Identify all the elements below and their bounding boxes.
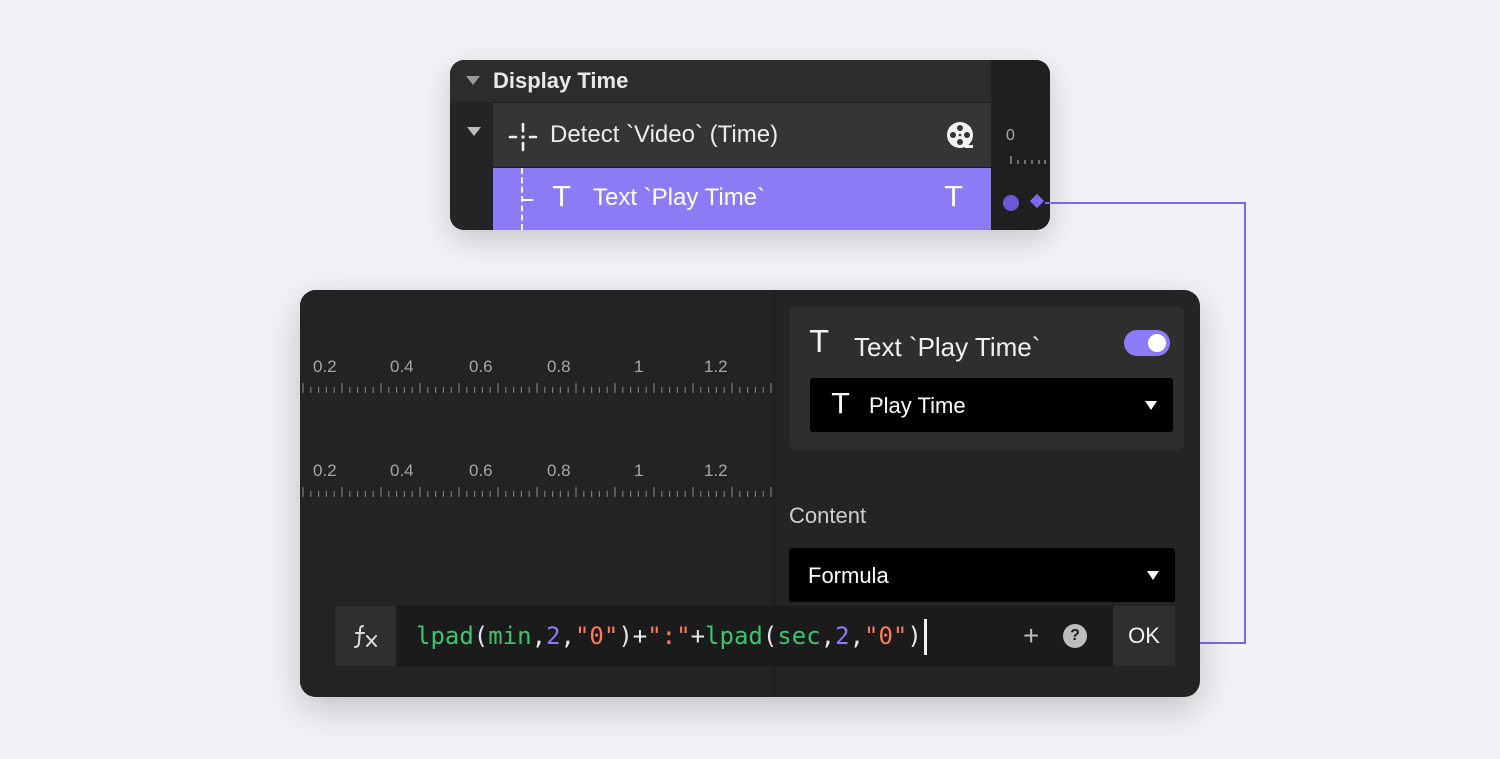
layer-panel: 0 Display Time Detect `Video` (Time) T T…: [450, 60, 1050, 230]
formula-editor-panel: 0.2 0.4 0.6 0.8 1 1.2 0.2 0.4 0.6 0.8 1 …: [300, 290, 1200, 697]
formula-token-operator: )+: [618, 622, 648, 650]
ruler-label: 0.6: [469, 461, 493, 480]
layer-row-label: Detect `Video` (Time): [550, 121, 779, 148]
layer-row-text-play-time[interactable]: T Text `Play Time` T: [493, 168, 991, 230]
ok-button[interactable]: OK: [1113, 606, 1175, 666]
text-t-icon: T: [810, 325, 829, 360]
tree-connector-branch: [523, 199, 533, 201]
formula-token-function: sec: [777, 622, 821, 650]
layer-select[interactable]: T Play Time: [810, 378, 1173, 432]
content-type-select[interactable]: Formula: [789, 548, 1175, 602]
formula-token-operator: ,: [849, 622, 865, 650]
formula-token-function: lpad: [416, 622, 474, 650]
help-icon[interactable]: ?: [1063, 624, 1087, 648]
function-button[interactable]: [335, 606, 396, 666]
ruler-label: 1: [634, 461, 644, 480]
formula-token-operator: ,: [560, 622, 575, 650]
properties-title: Text `Play Time`: [854, 332, 1041, 362]
caret-down-icon[interactable]: [466, 76, 480, 85]
caret-down-icon[interactable]: [467, 127, 481, 136]
text-cursor: [923, 619, 927, 655]
formula-token-string: "0": [574, 622, 619, 650]
formula-text: lpad(min,2,"0")+":"+lpad(sec,2,"0"): [416, 619, 922, 653]
layer-row-detect-video[interactable]: Detect `Video` (Time): [493, 103, 991, 168]
ruler-label: 0.6: [469, 357, 493, 376]
layer-indent-column: [450, 102, 493, 230]
formula-token-operator: (: [762, 622, 778, 650]
keyframe-dot[interactable]: [1003, 195, 1019, 211]
layer-select-value: Play Time: [869, 393, 966, 418]
ruler-label: 0.4: [390, 461, 414, 480]
formula-token-number: 2: [546, 622, 561, 650]
layer-group-title: Display Time: [493, 68, 629, 93]
enable-toggle[interactable]: [1124, 330, 1170, 356]
ruler-label: 0.8: [547, 461, 571, 480]
chevron-down-icon: [1147, 571, 1159, 580]
ruler-label: 0.2: [313, 357, 337, 376]
insert-button[interactable]: +: [1023, 619, 1039, 653]
text-properties-card: T Text `Play Time` T Play Time: [790, 306, 1184, 450]
formula-token-function: min: [488, 622, 532, 650]
ruler-label: 0.4: [390, 357, 414, 376]
content-label: Content: [789, 503, 867, 528]
layer-row-label: Text `Play Time`: [593, 184, 766, 211]
ruler-label: 1: [634, 357, 644, 376]
function-fx-icon: [354, 625, 377, 648]
ruler-label: 0.8: [547, 357, 571, 376]
text-t-icon: T: [945, 180, 963, 213]
ruler-label: 1.2: [704, 357, 728, 376]
formula-bar: lpad(min,2,"0")+":"+lpad(sec,2,"0") + ? …: [335, 606, 1175, 666]
content-select-value: Formula: [808, 563, 889, 588]
formula-token-operator: ,: [820, 622, 836, 650]
formula-token-operator: (: [473, 622, 489, 650]
formula-token-number: 2: [835, 622, 850, 650]
timeline-ruler-ticks: [1010, 156, 1046, 164]
ruler-ticks: [302, 487, 772, 497]
layer-group-header[interactable]: Display Time: [450, 60, 991, 103]
toggle-knob: [1148, 334, 1166, 352]
text-t-icon: T: [553, 180, 571, 213]
ruler-label: 1.2: [704, 461, 728, 480]
video-reel-icon: [947, 122, 973, 148]
ruler-ticks: [302, 383, 772, 393]
layer-timeline-column: [991, 60, 1050, 230]
detect-crosshair-icon: [508, 122, 538, 152]
text-t-icon: T: [832, 387, 850, 420]
ruler-label: 0.2: [313, 461, 337, 480]
formula-token-operator: ): [907, 622, 922, 650]
chevron-down-icon: [1145, 401, 1157, 410]
formula-input[interactable]: lpad(min,2,"0")+":"+lpad(sec,2,"0") + ?: [396, 606, 1113, 666]
formula-token-operator: +: [690, 622, 706, 650]
formula-token-operator: ,: [531, 622, 547, 650]
formula-token-string: ":": [647, 622, 691, 650]
timeline-ruler-label: 0: [1006, 127, 1015, 144]
formula-token-string: "0": [864, 622, 908, 650]
formula-token-function: lpad: [705, 622, 763, 650]
